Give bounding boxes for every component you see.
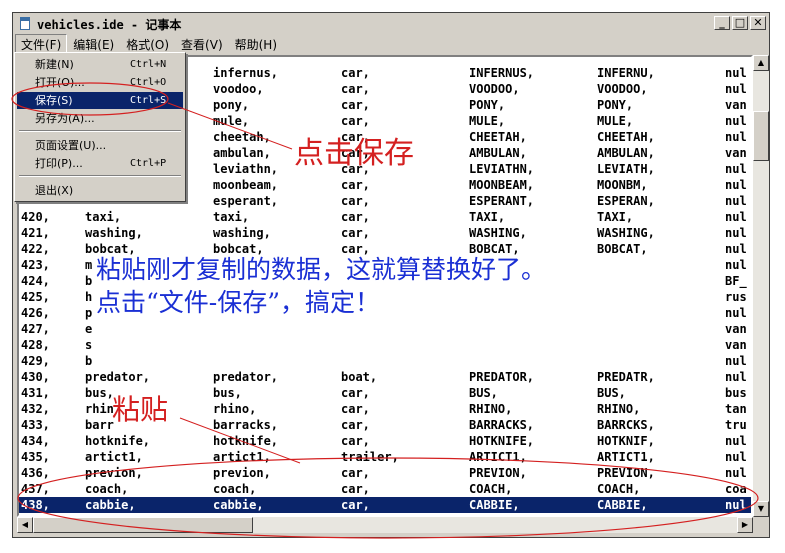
annotation-paste: 粘贴 xyxy=(112,393,169,426)
save-highlight-ellipse xyxy=(11,82,169,116)
annotation-paste-line2: 点击“文件-保存”，搞定！ xyxy=(96,288,381,317)
annotation-paste-line1: 粘贴刚才复制的数据，这就算替换好了。 xyxy=(96,255,547,284)
paste-highlight-ellipse xyxy=(17,457,759,539)
paste-pointer-line xyxy=(179,417,301,464)
save-pointer-line xyxy=(167,102,293,150)
annotation-click-save: 点击保存 xyxy=(294,136,414,171)
